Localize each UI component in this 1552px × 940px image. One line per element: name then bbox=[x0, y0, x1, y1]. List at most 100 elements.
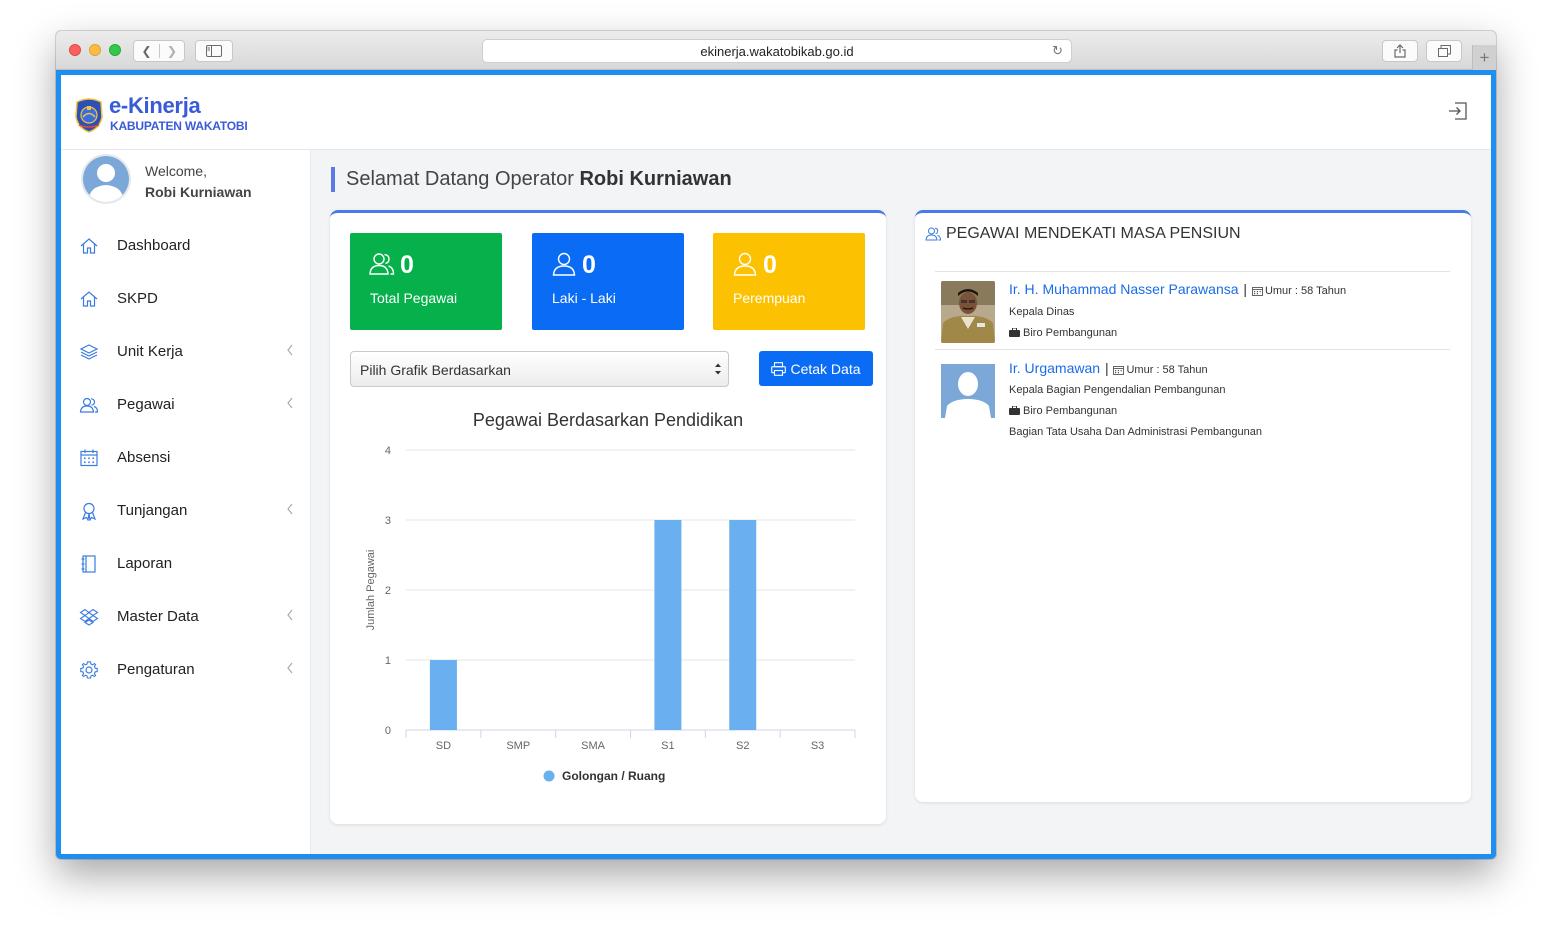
share-icon bbox=[1394, 44, 1406, 58]
separator: | bbox=[1243, 281, 1248, 297]
sidebar-item-label: Dashboard bbox=[117, 237, 191, 254]
dropbox-icon bbox=[79, 608, 99, 626]
employee-name-row: Ir. Urgamawan | Umur : 58 Tahun bbox=[1009, 360, 1208, 376]
sidebar-item-dashboard[interactable]: Dashboard bbox=[61, 219, 311, 272]
employee-position: Kepala Bagian Pengendalian Pembangunan bbox=[1009, 384, 1226, 396]
employee-unit: Biro Pembangunan bbox=[1009, 405, 1117, 417]
x-tick-label: SMA bbox=[581, 740, 606, 752]
separator: | bbox=[1104, 360, 1109, 376]
sidebar-item-skpd[interactable]: SKPD bbox=[61, 272, 311, 325]
divider bbox=[935, 271, 1450, 272]
main-content: Selamat Datang Operator Robi Kurniawan 0… bbox=[311, 150, 1491, 854]
employee-portrait-icon bbox=[941, 281, 995, 343]
sidebar-item-absensi[interactable]: Absensi bbox=[61, 431, 311, 484]
new-tab-button[interactable]: + bbox=[1472, 45, 1496, 70]
employee-name-link[interactable]: Ir. H. Muhammad Nasser Parawansa bbox=[1009, 281, 1239, 297]
sidebar-item-laporan[interactable]: Laporan bbox=[61, 537, 311, 590]
user-name: Robi Kurniawan bbox=[145, 184, 252, 200]
employee-age: Umur : 58 Tahun bbox=[1113, 364, 1208, 376]
page-title-name: Robi Kurniawan bbox=[579, 168, 732, 190]
calendar-icon bbox=[1113, 366, 1125, 375]
employee-subunit: Bagian Tata Usaha Dan Administrasi Pemba… bbox=[1009, 426, 1262, 438]
brand-subtitle: KABUPATEN WAKATOBI bbox=[110, 119, 248, 133]
gear-icon bbox=[80, 661, 98, 679]
sidebar-item-label: Tunjangan bbox=[117, 502, 188, 519]
sidebar-item-label: Master Data bbox=[117, 608, 199, 625]
employee-age-text: Umur : 58 Tahun bbox=[1126, 364, 1208, 376]
user-panel: Welcome, Robi Kurniawan bbox=[81, 154, 301, 206]
welcome-text: Welcome, bbox=[145, 163, 207, 179]
browser-titlebar: ❮ ❯ ekinerja.wakatobikab.go.id ↻ + bbox=[56, 31, 1496, 70]
show-tabs-button[interactable] bbox=[1426, 40, 1462, 62]
minimize-window-button[interactable] bbox=[89, 44, 101, 56]
sidebar-item-pengaturan[interactable]: Pengaturan bbox=[61, 643, 311, 696]
history-nav: ❮ ❯ bbox=[133, 40, 185, 62]
y-tick-label: 3 bbox=[385, 515, 391, 527]
divider bbox=[935, 349, 1450, 350]
award-icon bbox=[81, 502, 97, 521]
employee-position: Kepala Dinas bbox=[1009, 306, 1075, 318]
sidebar-item-label: Laporan bbox=[117, 555, 173, 572]
wakatobi-emblem-icon bbox=[75, 98, 103, 133]
employee-age-text: Umur : 58 Tahun bbox=[1264, 285, 1347, 297]
url-text: ekinerja.wakatobikab.go.id bbox=[700, 43, 854, 59]
employee-photo bbox=[941, 281, 995, 343]
page-title: Selamat Datang Operator Robi Kurniawan bbox=[331, 167, 732, 192]
sidebar-item-label: Absensi bbox=[117, 449, 171, 466]
retirement-title-text: PEGAWAI MENDEKATI MASA PENSIUN bbox=[946, 225, 1241, 242]
y-tick-label: 0 bbox=[385, 725, 391, 737]
users-icon bbox=[79, 397, 99, 413]
logout-icon[interactable] bbox=[1447, 100, 1469, 122]
employee-unit-text: Biro Pembangunan bbox=[1023, 327, 1118, 339]
chevron-left-icon bbox=[287, 503, 293, 515]
legend-marker bbox=[543, 770, 555, 782]
back-arrow-icon[interactable]: ❮ bbox=[134, 44, 159, 58]
chevron-left-icon bbox=[287, 662, 293, 674]
y-axis-label: Jumlah Pegawai bbox=[365, 550, 377, 631]
reload-icon[interactable]: ↻ bbox=[1052, 43, 1063, 59]
chart-bar bbox=[729, 520, 757, 730]
sidebar-item-pegawai[interactable]: Pegawai bbox=[61, 378, 311, 431]
sidebar-item-unit-kerja[interactable]: Unit Kerja bbox=[61, 325, 311, 378]
sidebar-item-label: Unit Kerja bbox=[117, 343, 183, 360]
zoom-window-button[interactable] bbox=[109, 44, 121, 56]
sidebar-item-label: Pengaturan bbox=[117, 661, 195, 678]
calendar-icon bbox=[1252, 287, 1263, 296]
briefcase-icon bbox=[1009, 327, 1020, 337]
employee-name-row: Ir. H. Muhammad Nasser Parawansa | Umur … bbox=[1009, 281, 1346, 297]
legend-label: Golongan / Ruang bbox=[562, 769, 665, 783]
users-icon bbox=[925, 227, 942, 241]
sidebar: Welcome, Robi Kurniawan Dashboard SKPD U… bbox=[61, 150, 311, 854]
x-tick-label: SD bbox=[436, 740, 451, 752]
chart-bar bbox=[654, 520, 682, 730]
education-bar-chart: 0 1 2 3 4 SD SMP SMA S1 S2 S3 Jumlah Pegawai Golonga… bbox=[365, 445, 856, 783]
home-icon bbox=[80, 291, 98, 307]
employee-photo bbox=[941, 360, 995, 422]
y-tick-label: 4 bbox=[385, 445, 391, 457]
sidebar-item-tunjangan[interactable]: Tunjangan bbox=[61, 484, 311, 537]
x-tick-label: S1 bbox=[661, 740, 674, 752]
calendar-icon bbox=[80, 449, 98, 467]
sidebar-toggle-button[interactable] bbox=[195, 40, 233, 62]
sidebar-icon bbox=[206, 45, 222, 57]
app-header: e-Kinerja KABUPATEN WAKATOBI bbox=[61, 75, 1491, 150]
employee-unit-text: Biro Pembangunan bbox=[1023, 405, 1118, 417]
share-button[interactable] bbox=[1382, 40, 1418, 62]
sidebar-item-label: SKPD bbox=[117, 290, 158, 307]
notebook-icon bbox=[81, 555, 96, 573]
forward-arrow-icon[interactable]: ❯ bbox=[158, 44, 184, 58]
tabs-icon bbox=[1437, 45, 1451, 57]
sidebar-item-label: Pegawai bbox=[117, 396, 175, 413]
dashboard-card: 0 Total Pegawai 0 Laki - Laki 0 Perempua… bbox=[330, 210, 886, 824]
brand-title[interactable]: e-Kinerja bbox=[109, 93, 201, 119]
chevron-left-icon bbox=[287, 397, 293, 409]
layers-icon bbox=[79, 344, 99, 360]
close-window-button[interactable] bbox=[69, 44, 81, 56]
y-tick-label: 1 bbox=[385, 655, 391, 667]
home-icon bbox=[80, 238, 98, 254]
user-silhouette-icon bbox=[941, 364, 995, 418]
briefcase-icon bbox=[1009, 405, 1020, 415]
address-bar[interactable]: ekinerja.wakatobikab.go.id ↻ bbox=[482, 39, 1072, 63]
employee-name-link[interactable]: Ir. Urgamawan bbox=[1009, 360, 1100, 376]
sidebar-item-master-data[interactable]: Master Data bbox=[61, 590, 311, 643]
